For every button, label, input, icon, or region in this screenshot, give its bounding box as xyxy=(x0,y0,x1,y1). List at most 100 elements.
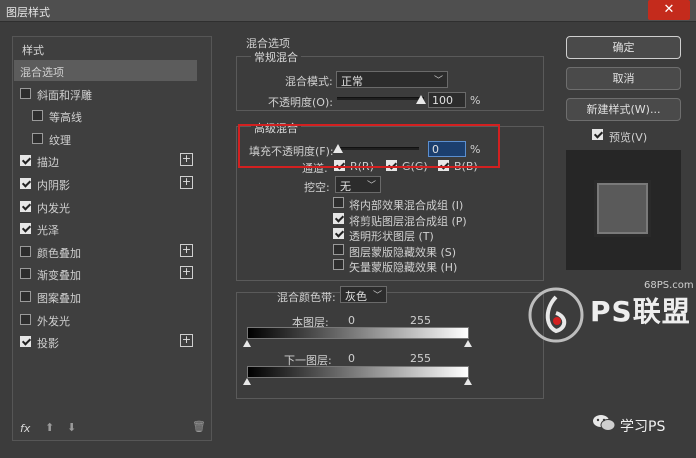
add-effect-icon[interactable]: + xyxy=(180,266,193,279)
account-watermark: 学习PS xyxy=(620,419,666,435)
style-item[interactable]: 光泽 xyxy=(14,218,197,239)
style-item-checkbox[interactable] xyxy=(32,133,43,144)
chevron-down-icon: ﹀ xyxy=(372,291,382,301)
blend-mode-select[interactable]: 正常 ﹀ xyxy=(336,71,448,88)
style-item-label: 光泽 xyxy=(37,224,59,237)
underlying-layer-black-stop[interactable] xyxy=(243,378,251,385)
style-item-label: 描边 xyxy=(37,156,59,169)
add-effect-icon[interactable]: + xyxy=(180,244,193,257)
this-layer-white-stop[interactable] xyxy=(464,340,472,347)
preview-swatch xyxy=(594,180,651,237)
style-item[interactable]: 图案叠加 xyxy=(14,286,197,307)
style-item[interactable]: 渐变叠加 + xyxy=(14,263,197,284)
preview-checkbox[interactable] xyxy=(592,129,605,142)
blend-option-label: 矢量蒙版隐藏效果 (H) xyxy=(349,261,458,274)
knockout-value: 无 xyxy=(340,180,351,193)
chevron-down-icon: ﹀ xyxy=(366,181,376,191)
style-item-checkbox[interactable] xyxy=(20,246,31,257)
style-item-label: 颜色叠加 xyxy=(37,247,81,260)
underlying-layer-gradient xyxy=(247,366,469,378)
style-item-label: 斜面和浮雕 xyxy=(37,89,92,102)
style-item-label: 等高线 xyxy=(49,111,82,124)
underlying-layer-max: 255 xyxy=(410,352,431,365)
blend-option-label: 图层蒙版隐藏效果 (S) xyxy=(349,246,457,259)
style-item[interactable]: 纹理 xyxy=(14,128,197,149)
style-item-checkbox[interactable] xyxy=(32,110,43,121)
add-effect-icon[interactable]: + xyxy=(180,334,193,347)
blend-option-checkbox[interactable] xyxy=(333,197,346,210)
title-bar: 图层样式 ✕ xyxy=(0,0,696,22)
trash-icon[interactable]: 🗑 xyxy=(192,420,206,433)
style-item-checkbox[interactable] xyxy=(20,201,31,212)
style-item[interactable]: 内发光 xyxy=(14,196,197,217)
preview-label: 预览(V) xyxy=(609,131,648,144)
this-layer-gradient xyxy=(247,327,469,339)
blend-option-label: 透明形状图层 (T) xyxy=(349,230,434,243)
style-item[interactable]: 等高线 xyxy=(14,105,197,126)
blend-option-label: 将内部效果混合成组 (I) xyxy=(349,199,464,212)
fill-opacity-highlight xyxy=(238,124,500,168)
blend-option-label: 将剪贴图层混合成组 (P) xyxy=(349,215,467,228)
blend-option-checkbox[interactable] xyxy=(333,259,346,272)
cancel-button[interactable]: 取消 xyxy=(566,67,681,90)
move-up-icon[interactable]: ⬆ xyxy=(45,421,54,434)
style-item[interactable]: 内阴影 + xyxy=(14,173,197,194)
style-item-label: 纹理 xyxy=(49,134,71,147)
style-item-checkbox[interactable] xyxy=(20,178,31,189)
knockout-label: 挖空: xyxy=(304,181,330,194)
style-item-label: 投影 xyxy=(37,337,59,350)
blend-if-select[interactable]: 灰色 ﹀ xyxy=(340,286,387,303)
style-item-checkbox[interactable] xyxy=(20,268,31,279)
blend-option-checkbox[interactable] xyxy=(333,228,346,241)
blend-mode-label: 混合模式: xyxy=(285,75,333,88)
style-item-checkbox[interactable] xyxy=(20,223,31,234)
new-style-button[interactable]: 新建样式(W)... xyxy=(566,98,681,121)
style-item-checkbox[interactable] xyxy=(20,155,31,166)
opacity-slider-thumb[interactable] xyxy=(416,95,426,104)
window-title: 图层样式 xyxy=(6,6,50,19)
fx-button[interactable]: fx xyxy=(20,422,30,435)
style-item-label: 内阴影 xyxy=(37,179,70,192)
style-item-label: 外发光 xyxy=(37,315,70,328)
this-layer-max: 255 xyxy=(410,314,431,327)
blend-if-group xyxy=(236,292,544,399)
opacity-input[interactable]: 100 xyxy=(428,92,466,108)
style-item[interactable]: 混合选项 xyxy=(14,60,197,81)
style-item-checkbox[interactable] xyxy=(20,291,31,302)
blend-mode-value: 正常 xyxy=(341,75,363,88)
ok-button[interactable]: 确定 xyxy=(566,36,681,59)
blend-if-value: 灰色 xyxy=(345,290,367,303)
this-layer-black-stop[interactable] xyxy=(243,340,251,347)
blend-option-checkbox[interactable] xyxy=(333,244,346,257)
styles-heading: 样式 xyxy=(22,44,44,57)
chevron-down-icon: ﹀ xyxy=(433,76,443,86)
style-item-checkbox[interactable] xyxy=(20,314,31,325)
underlying-layer-white-stop[interactable] xyxy=(464,378,472,385)
general-blending-legend: 常规混合 xyxy=(251,49,301,65)
style-item-checkbox[interactable] xyxy=(20,88,31,99)
ps-logo-icon xyxy=(528,287,584,343)
underlying-layer-min: 0 xyxy=(348,352,355,365)
style-item-label: 图案叠加 xyxy=(37,292,81,305)
blend-option-checkbox[interactable] xyxy=(333,213,346,226)
style-item[interactable]: 投影 + xyxy=(14,331,197,352)
knockout-select[interactable]: 无 ﹀ xyxy=(335,176,381,193)
style-item[interactable]: 外发光 xyxy=(14,309,197,330)
this-layer-min: 0 xyxy=(348,314,355,327)
style-item-label: 内发光 xyxy=(37,202,70,215)
move-down-icon[interactable]: ⬇ xyxy=(67,421,76,434)
style-item[interactable]: 斜面和浮雕 xyxy=(14,83,197,104)
close-button[interactable]: ✕ xyxy=(648,0,690,20)
opacity-slider-track[interactable] xyxy=(337,97,424,100)
style-item-label: 渐变叠加 xyxy=(37,269,81,282)
wechat-icon xyxy=(593,415,615,431)
style-item-checkbox[interactable] xyxy=(20,336,31,347)
opacity-label: 不透明度(O): xyxy=(268,96,333,109)
style-item[interactable]: 描边 + xyxy=(14,150,197,171)
add-effect-icon[interactable]: + xyxy=(180,176,193,189)
add-effect-icon[interactable]: + xyxy=(180,153,193,166)
brand-watermark: PS联盟 xyxy=(590,295,691,328)
style-item[interactable]: 颜色叠加 + xyxy=(14,241,197,262)
blend-if-label: 混合颜色带: xyxy=(277,291,336,304)
opacity-unit: % xyxy=(470,94,481,107)
